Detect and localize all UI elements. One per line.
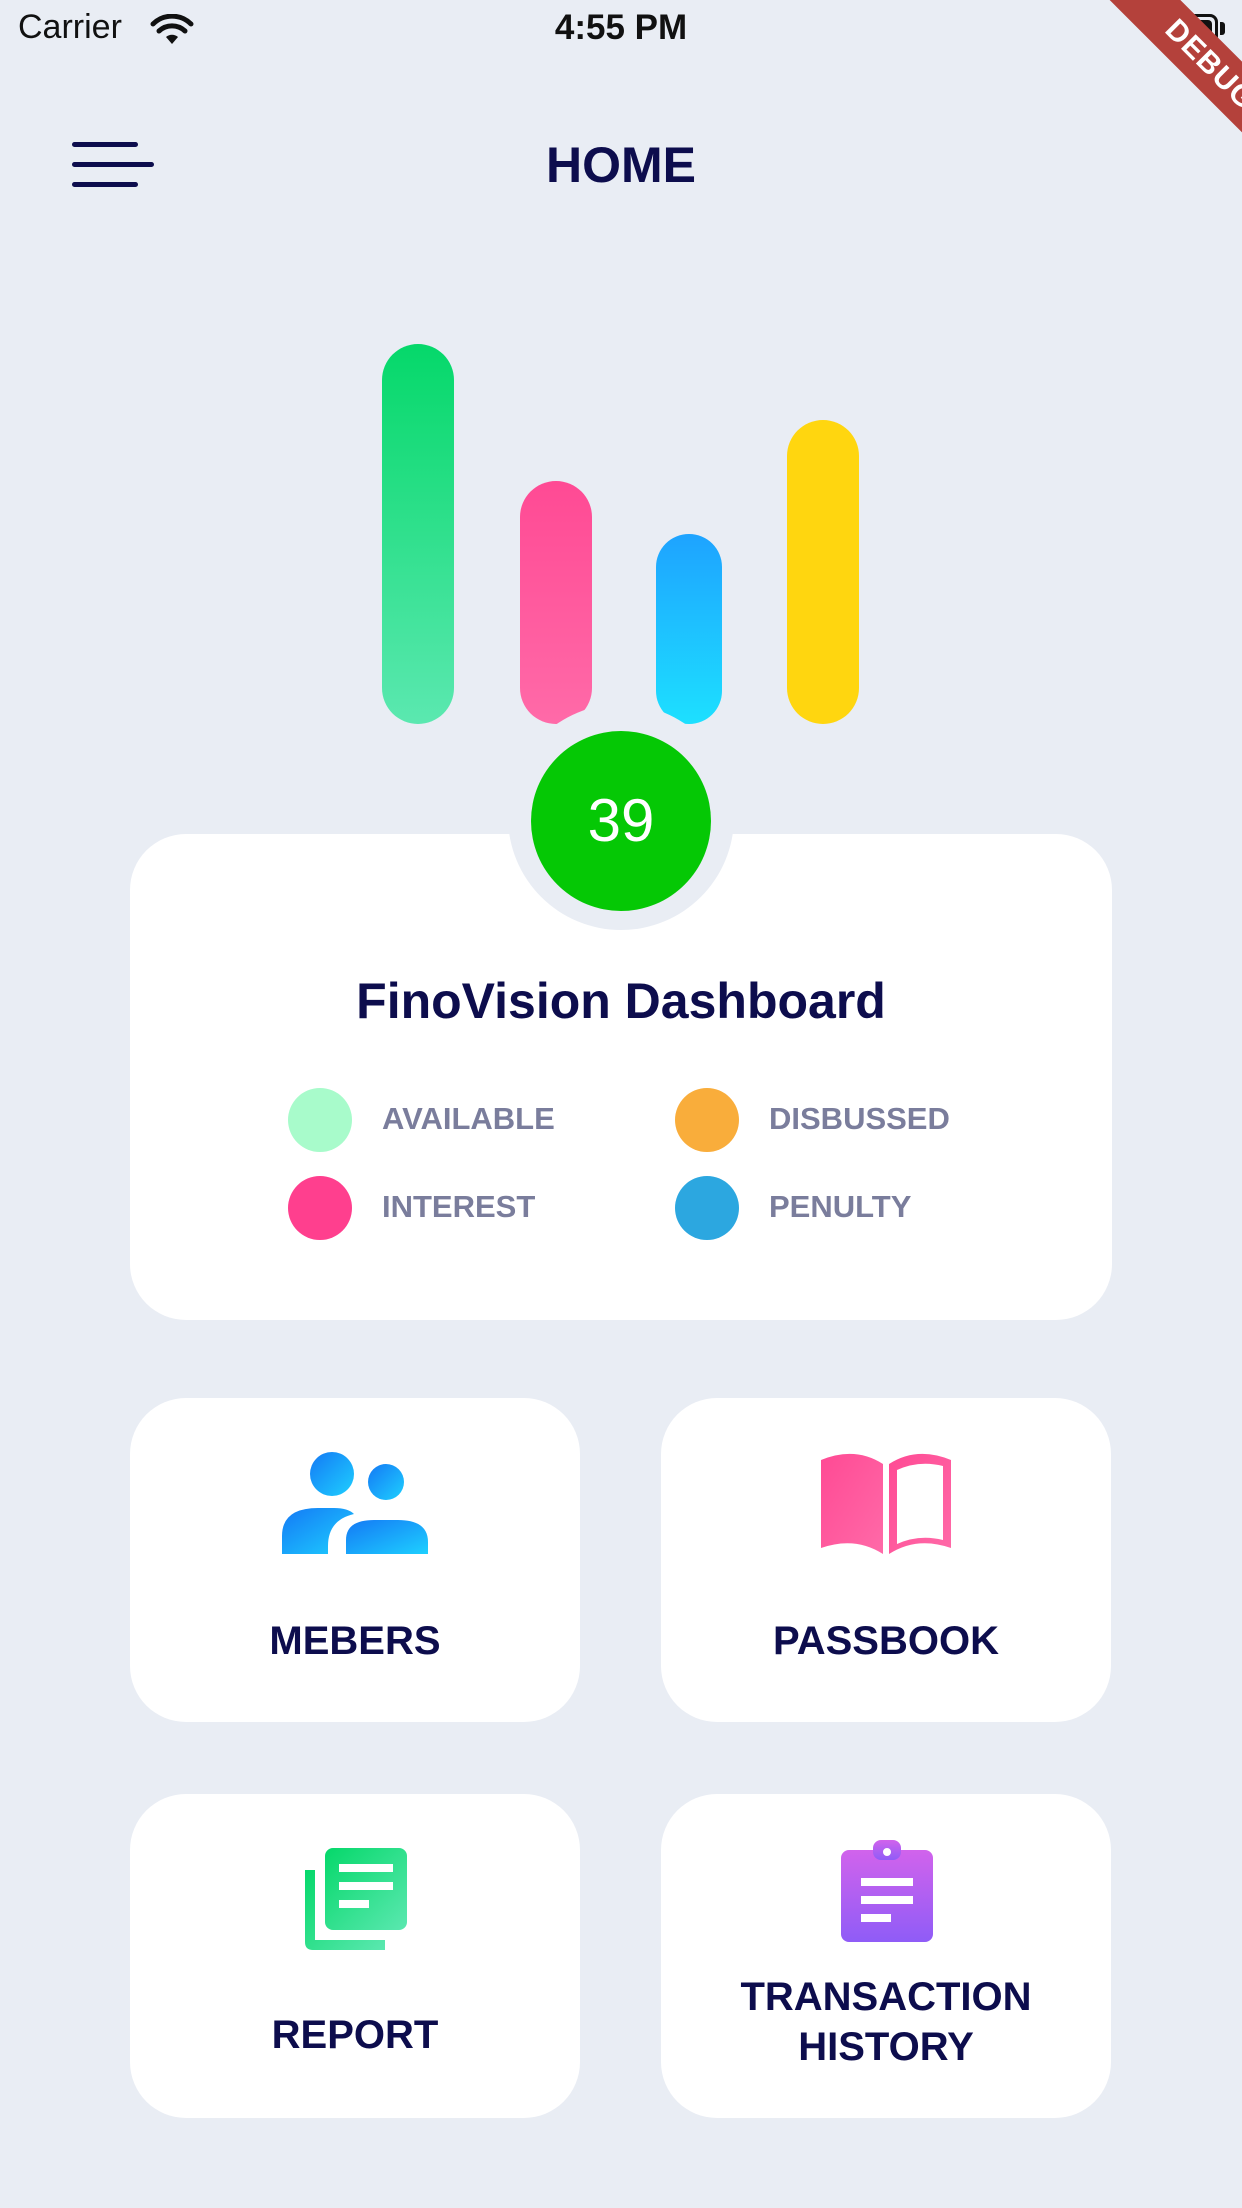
clipboard-icon xyxy=(841,1840,933,1942)
transaction-history-label-line2: HISTORY xyxy=(798,2025,974,2069)
bar-interest xyxy=(520,481,592,724)
dashboard-title: FinoVision Dashboard xyxy=(356,973,886,1029)
legend-dot-available xyxy=(288,1088,352,1152)
bar-penulty xyxy=(656,534,722,724)
legend-label-penulty: PENULTY xyxy=(769,1189,912,1224)
passbook-label: PASSBOOK xyxy=(773,1619,999,1663)
report-icon xyxy=(305,1848,407,1950)
passbook-tile[interactable]: PASSBOOK xyxy=(661,1398,1111,1722)
report-label: REPORT xyxy=(271,2013,439,2057)
legend-dot-disbussed xyxy=(675,1088,739,1152)
bar-chart xyxy=(0,0,1242,730)
legend-label-interest: INTEREST xyxy=(382,1189,536,1224)
transaction-history-label-line1: TRANSACTION xyxy=(740,1975,1032,2019)
legend-dot-interest xyxy=(288,1176,352,1240)
bar-available xyxy=(382,344,454,724)
legend-label-disbussed: DISBUSSED xyxy=(769,1101,950,1136)
count-badge: 39 xyxy=(531,731,711,911)
transaction-history-tile[interactable]: TRANSACTION HISTORY xyxy=(661,1794,1111,2118)
legend-dot-penulty xyxy=(675,1176,739,1240)
book-icon xyxy=(821,1453,951,1554)
legend-label-available: AVAILABLE xyxy=(382,1101,555,1136)
members-label: MEBERS xyxy=(269,1619,441,1663)
members-tile[interactable]: MEBERS xyxy=(130,1398,580,1722)
report-tile[interactable]: REPORT xyxy=(130,1794,580,2118)
bar-disbussed xyxy=(787,420,859,724)
members-icon xyxy=(282,1452,428,1554)
